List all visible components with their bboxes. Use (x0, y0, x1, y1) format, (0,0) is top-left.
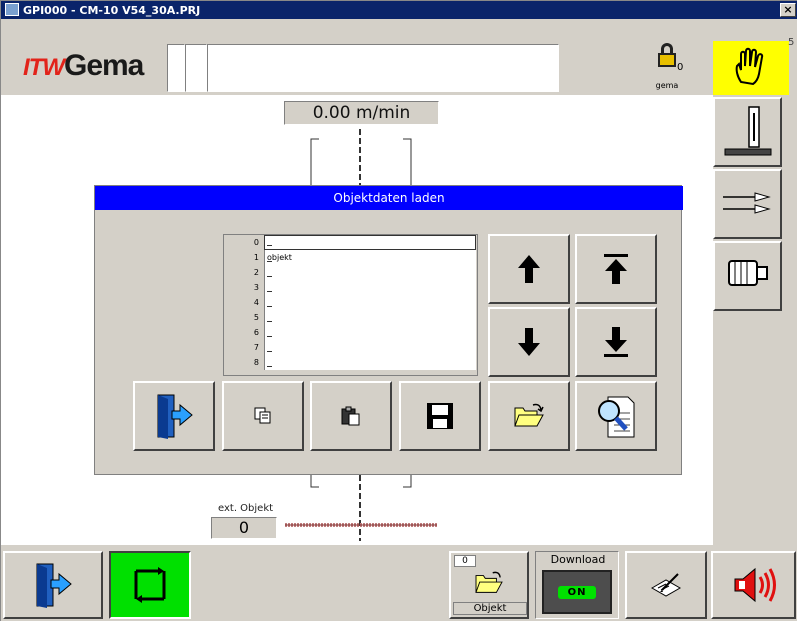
copy-button[interactable] (222, 381, 304, 451)
scroll-down-button[interactable] (488, 307, 570, 377)
exit-door-icon (157, 394, 193, 439)
header-panel-1 (167, 44, 185, 92)
exit-dialog-button[interactable] (133, 381, 215, 451)
hand-count: 5 (788, 37, 795, 48)
right-toolbar (713, 95, 797, 545)
save-button[interactable] (399, 381, 481, 451)
scroll-top-button[interactable] (575, 234, 657, 304)
objekt-count: 0 (454, 555, 476, 567)
scroll-up-button[interactable] (488, 234, 570, 304)
load-object-dialog: Objektdaten laden 0 1 objekt 2 3 4 5 6 7 … (94, 185, 683, 475)
arrow-up-icon (518, 255, 540, 283)
open-button[interactable] (488, 381, 570, 451)
list-item[interactable]: 4 (224, 295, 477, 310)
logo-itw: ITW (23, 54, 65, 81)
manual-mode-button[interactable] (713, 41, 789, 95)
header-panel-2 (185, 44, 207, 92)
axis-view-button[interactable] (713, 97, 782, 167)
speaker-alarm-icon (734, 567, 776, 603)
objekt-label: Objekt (453, 602, 527, 615)
objekt-button[interactable]: 0 Objekt (449, 551, 529, 619)
list-item[interactable]: 6 (224, 325, 477, 340)
download-status: ON (557, 585, 597, 599)
download-label: Download (550, 553, 606, 566)
cycle-arrows-icon (134, 567, 166, 603)
header: ITWGema 0 gema 5 (1, 19, 797, 95)
list-item[interactable]: 8 (224, 355, 477, 370)
lock-icon (656, 43, 678, 67)
list-item[interactable]: 3 (224, 280, 477, 295)
motor-view-button[interactable] (713, 241, 782, 311)
paste-icon (341, 406, 360, 426)
guns-view-button[interactable] (713, 169, 782, 239)
preview-button[interactable] (575, 381, 657, 451)
logo-brand: Gema (63, 49, 144, 82)
exit-door-icon (36, 563, 72, 608)
ext-object-label: ext. Objekt (218, 503, 274, 514)
notes-button[interactable] (625, 551, 707, 619)
floppy-disk-icon (427, 403, 453, 429)
download-status-screen: ON (542, 570, 612, 614)
bottom-toolbar: 0 Objekt Download ON (1, 545, 797, 621)
scroll-bottom-button[interactable] (575, 307, 657, 377)
lock-label: gema (655, 81, 679, 90)
open-folder-icon (475, 571, 503, 593)
list-item[interactable]: 5 (224, 310, 477, 325)
logo: ITWGema (23, 49, 144, 83)
list-item[interactable]: 1 objekt (224, 250, 477, 265)
dialog-title: Objektdaten laden (95, 186, 683, 210)
arrow-to-bottom-icon (604, 327, 628, 357)
copy-icon (254, 407, 271, 424)
motor-icon (728, 260, 768, 286)
lock-indicator[interactable]: 0 gema (639, 41, 695, 95)
spray-gun-icon (723, 192, 771, 214)
magnifier-document-icon (598, 396, 635, 438)
title-bar: GPI000 - CM-10 V54_30A.PRJ × (1, 1, 797, 19)
axis-icon (724, 106, 772, 156)
header-message-panel (207, 44, 559, 92)
alarm-button[interactable] (711, 551, 796, 619)
app-window: GPI000 - CM-10 V54_30A.PRJ × ITWGema 0 g… (0, 0, 797, 621)
download-panel[interactable]: Download ON (535, 551, 619, 619)
notepad-pen-icon (650, 573, 682, 597)
list-item[interactable]: 2 (224, 265, 477, 280)
paste-button[interactable] (310, 381, 392, 451)
app-icon (5, 3, 19, 16)
object-list[interactable]: 0 1 objekt 2 3 4 5 6 7 8 (223, 234, 478, 376)
lock-count: 0 (677, 62, 684, 73)
close-button[interactable]: × (780, 3, 796, 17)
list-item[interactable]: 7 (224, 340, 477, 355)
arrow-to-top-icon (604, 254, 628, 284)
window-title: GPI000 - CM-10 V54_30A.PRJ (23, 3, 201, 17)
cycle-button[interactable] (109, 551, 191, 619)
open-folder-icon (514, 403, 544, 427)
exit-button[interactable] (3, 551, 103, 619)
ext-object-value: 0 (211, 517, 277, 539)
list-item[interactable]: 0 (224, 235, 477, 250)
arrow-down-icon (518, 328, 540, 356)
hand-icon (735, 47, 764, 86)
